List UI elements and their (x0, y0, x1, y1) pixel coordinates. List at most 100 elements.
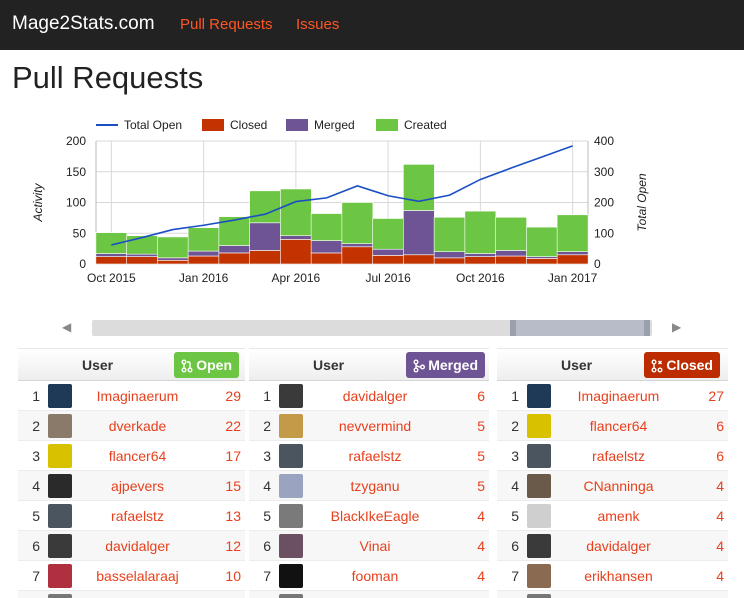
user-column-header: User (313, 357, 345, 373)
username-link[interactable]: tzyganu (307, 478, 443, 494)
pr-count: 5 (477, 478, 485, 494)
avatar[interactable] (527, 504, 551, 528)
username-link[interactable]: CNanninga (555, 478, 682, 494)
rank-number: 3 (511, 448, 519, 464)
table-row (249, 591, 489, 598)
username-link[interactable]: rafaelstz (555, 448, 682, 464)
bar-merged-2 (157, 257, 189, 261)
rank-number: 5 (263, 508, 271, 524)
rank-number: 1 (263, 388, 271, 404)
legend-label-total-open: Total Open (124, 118, 182, 132)
bar-closed-4 (218, 252, 251, 265)
username-link[interactable]: basselalaraaj (76, 568, 199, 584)
legend-swatch-merged (286, 119, 308, 131)
legend-swatch-created (376, 119, 398, 131)
nav-link-pull-requests[interactable]: Pull Requests (180, 16, 273, 33)
scroll-right-arrow-icon[interactable]: ▶ (672, 320, 681, 334)
bar-created-12 (464, 210, 497, 254)
username-link[interactable]: flancer64 (555, 418, 682, 434)
pr-count: 17 (225, 448, 241, 464)
avatar[interactable] (527, 534, 551, 558)
username-link[interactable]: dverkade (76, 418, 199, 434)
bar-closed-10 (403, 254, 435, 265)
avatar[interactable] (48, 384, 72, 408)
avatar[interactable] (48, 444, 72, 468)
pr-count: 4 (716, 568, 724, 584)
y-tick-label-left: 100 (66, 196, 86, 210)
bar-created-6 (280, 188, 312, 237)
table-row: 2 flancer64 6 (497, 411, 728, 441)
chart-range-scrollbar[interactable] (92, 320, 652, 336)
username-link[interactable]: ajpevers (76, 478, 199, 494)
avatar[interactable] (48, 594, 72, 598)
avatar[interactable] (48, 474, 72, 498)
chart-range-handle[interactable] (510, 320, 650, 336)
username-link[interactable]: rafaelstz (76, 508, 199, 524)
avatar[interactable] (527, 564, 551, 588)
avatar[interactable] (527, 594, 551, 598)
username-link[interactable]: Vinai (307, 538, 443, 554)
bar-closed-7 (310, 252, 343, 265)
table-row: 4 ajpevers 15 (18, 471, 245, 501)
pull-request-closed-icon (651, 359, 663, 373)
username-link[interactable]: nevvermind (307, 418, 443, 434)
table-header: User Closed (497, 348, 728, 381)
merge-icon (413, 359, 426, 373)
avatar[interactable] (527, 384, 551, 408)
table-row: 7 basselalaraaj 10 (18, 561, 245, 591)
avatar[interactable] (279, 594, 303, 598)
bar-merged-9 (372, 248, 404, 256)
closed-badge-label: Closed (666, 357, 713, 373)
avatar[interactable] (527, 414, 551, 438)
table-row: 7 fooman 4 (249, 561, 489, 591)
bar-merged-11 (433, 251, 466, 259)
rank-number: 7 (511, 568, 519, 584)
username-link[interactable]: Imaginaerum (76, 388, 199, 404)
avatar[interactable] (527, 444, 551, 468)
table-row: 6 davidalger 12 (18, 531, 245, 561)
bar-merged-5 (249, 222, 281, 251)
avatar[interactable] (279, 504, 303, 528)
bar-closed-11 (433, 257, 466, 265)
avatar[interactable] (48, 564, 72, 588)
username-link[interactable]: davidalger (76, 538, 199, 554)
username-link[interactable]: erikhansen (555, 568, 682, 584)
table-row: 4 CNanninga 4 (497, 471, 728, 501)
username-link[interactable]: amenk (555, 508, 682, 524)
avatar[interactable] (279, 444, 303, 468)
bar-merged-10 (403, 210, 435, 256)
avatar[interactable] (279, 534, 303, 558)
scroll-left-arrow-icon[interactable]: ◀ (62, 320, 71, 334)
username-link[interactable]: flancer64 (76, 448, 199, 464)
username-link[interactable]: BlackIkeEagle (307, 508, 443, 524)
avatar[interactable] (279, 564, 303, 588)
pr-count: 4 (477, 508, 485, 524)
bar-created-11 (433, 216, 466, 252)
username-link[interactable]: rafaelstz (307, 448, 443, 464)
avatar[interactable] (48, 414, 72, 438)
x-tick-label: Apr 2016 (272, 271, 321, 285)
pr-count: 6 (477, 388, 485, 404)
bar-closed-15 (556, 254, 589, 265)
bar-closed-3 (187, 255, 220, 265)
bar-created-5 (249, 190, 281, 224)
y-tick-label-right: 300 (594, 165, 614, 179)
avatar[interactable] (48, 504, 72, 528)
bar-created-2 (157, 236, 189, 259)
closed-badge: Closed (644, 352, 720, 378)
avatar[interactable] (279, 474, 303, 498)
username-link[interactable]: davidalger (555, 538, 682, 554)
username-link[interactable]: davidalger (307, 388, 443, 404)
avatar[interactable] (527, 474, 551, 498)
username-link[interactable]: fooman (307, 568, 443, 584)
pr-count: 4 (716, 538, 724, 554)
brand-logo[interactable]: Mage2Stats.com (12, 13, 155, 35)
avatar[interactable] (48, 534, 72, 558)
avatar[interactable] (279, 414, 303, 438)
bar-created-15 (556, 214, 589, 253)
username-link[interactable]: Imaginaerum (555, 388, 682, 404)
avatar[interactable] (279, 384, 303, 408)
bar-closed-8 (341, 246, 374, 265)
nav-link-issues[interactable]: Issues (296, 16, 339, 33)
bar-created-10 (403, 164, 435, 211)
